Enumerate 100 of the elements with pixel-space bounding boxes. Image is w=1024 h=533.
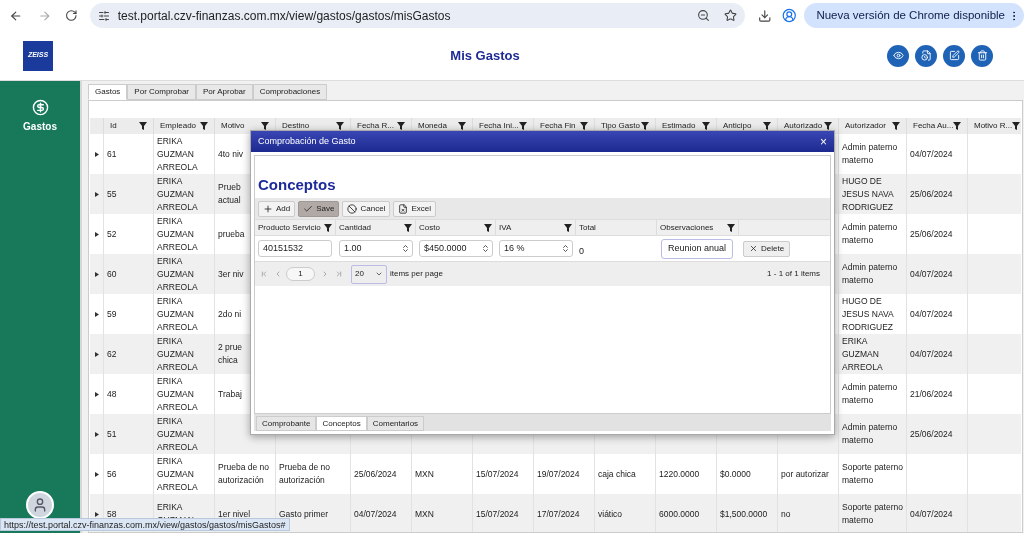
site-settings-icon[interactable] <box>97 9 110 22</box>
expand-icon[interactable] <box>94 311 99 317</box>
column-header[interactable]: Motivo <box>221 120 245 132</box>
close-button[interactable]: × <box>820 135 827 148</box>
tab[interactable]: Comprobaciones <box>252 84 328 100</box>
grid-header-cell[interactable]: Producto Servicio <box>255 220 336 235</box>
grid-header-cell[interactable]: Costo <box>416 220 496 235</box>
toolbar-button[interactable]: Cancel <box>342 200 391 217</box>
expand-icon[interactable] <box>94 191 99 197</box>
table-cell-text: HUGO DE JESUS NAVA RODRIGUEZ <box>842 294 895 334</box>
view-button[interactable] <box>887 44 909 67</box>
expand-icon[interactable] <box>94 471 99 477</box>
delete-button[interactable] <box>971 44 993 67</box>
table-cell-text: HUGO DE JESUS NAVA RODRIGUEZ <box>842 174 895 214</box>
column-header[interactable]: Total <box>579 221 596 234</box>
download-icon[interactable] <box>758 8 772 23</box>
table-cell: 4to niv <box>218 147 244 161</box>
table-cell: 59 <box>107 307 117 321</box>
table-cell: 19/07/2024 <box>537 467 580 481</box>
reload-icon[interactable] <box>65 9 78 22</box>
column-header[interactable]: Tipo Gasto <box>601 120 640 132</box>
filter-icon[interactable] <box>200 122 208 130</box>
toolbar-button[interactable]: Excel <box>393 200 436 217</box>
column-header[interactable]: Motivo R... <box>974 120 1013 132</box>
column-header[interactable]: Costo <box>419 221 440 234</box>
number-field[interactable]: 16 % <box>499 240 573 257</box>
delete-row-button[interactable]: Delete <box>743 240 791 257</box>
column-header[interactable]: Cantidad <box>339 221 372 234</box>
column-header[interactable]: Destino <box>282 120 310 132</box>
column-header[interactable]: Fecha R... <box>357 120 394 132</box>
column-header[interactable]: Estimado <box>662 120 696 132</box>
column-header[interactable]: Fecha Ini... <box>479 120 519 132</box>
table-cell: prueba <box>218 227 245 241</box>
sidebar-item[interactable]: Gastos <box>23 99 57 134</box>
expand-icon[interactable] <box>94 431 99 437</box>
filter-icon[interactable] <box>139 122 147 130</box>
zoom-icon[interactable] <box>697 9 711 22</box>
address-bar[interactable]: test.portal.czv-finanzas.com.mx/view/gastos/gastos/misGastos <box>89 3 746 28</box>
filter-icon[interactable] <box>564 223 572 232</box>
document-button[interactable] <box>915 44 937 67</box>
expand-icon[interactable] <box>94 231 99 237</box>
column-header[interactable]: Fecha Fin <box>540 120 576 132</box>
column-header[interactable]: Producto Servicio <box>258 221 321 234</box>
column-header[interactable]: IVA <box>499 221 512 234</box>
column-header[interactable]: Autorizador <box>845 120 886 132</box>
profile-icon[interactable] <box>781 8 797 23</box>
avatar[interactable] <box>26 491 54 519</box>
chrome-update-button[interactable]: Nueva versión de Chrome disponible <box>804 3 1024 28</box>
grid-header-cell[interactable]: Total <box>576 220 657 235</box>
tab[interactable]: Por Comprobar <box>127 84 197 100</box>
text-field[interactable]: 40151532 <box>258 240 332 257</box>
number-field[interactable]: 1.00 <box>339 240 413 257</box>
expand-icon[interactable] <box>94 151 99 157</box>
spinner-icon[interactable] <box>561 244 570 253</box>
filter-icon[interactable] <box>324 223 332 232</box>
column-header[interactable]: Id <box>110 120 117 132</box>
back-icon[interactable] <box>9 8 23 23</box>
filter-icon[interactable] <box>727 223 735 232</box>
text-field[interactable]: Reunion anual <box>661 238 733 259</box>
column-header[interactable]: Autorizado <box>784 120 823 132</box>
cancel-icon <box>347 203 358 214</box>
table-cell-text: Admin paterno materno <box>842 261 899 287</box>
expand-icon[interactable] <box>94 511 99 517</box>
table-cell-text: ERIKA GUZMAN ARREOLA <box>157 454 199 494</box>
number-field[interactable]: $450.0000 <box>419 240 493 257</box>
column-header[interactable]: Moneda <box>418 120 447 132</box>
toolbar-button[interactable]: Add <box>258 200 296 217</box>
tab[interactable]: Conceptos <box>316 416 367 431</box>
tab[interactable]: Comentarios <box>366 416 425 431</box>
tab[interactable]: Gastos <box>88 84 128 100</box>
page-size-select[interactable]: 20 <box>351 264 387 284</box>
filter-icon[interactable] <box>892 122 900 130</box>
person-silhouette-icon <box>32 497 48 513</box>
bookmark-star-icon[interactable] <box>724 9 738 22</box>
expand-icon[interactable] <box>94 271 99 277</box>
spinner-icon[interactable] <box>401 244 410 253</box>
filter-icon[interactable] <box>953 122 962 130</box>
table-cell-text: ERIKA GUZMAN ARREOLA <box>157 254 199 294</box>
spinner-icon[interactable] <box>481 244 490 253</box>
grid-header-cell[interactable]: Cantidad <box>336 220 416 235</box>
expand-icon[interactable] <box>94 351 99 357</box>
column-header[interactable]: Anticipo <box>723 120 752 132</box>
column-header[interactable]: Observaciones <box>660 221 714 234</box>
toolbar-button[interactable]: Save <box>298 200 340 217</box>
tab[interactable]: Comprobante <box>256 416 317 431</box>
column-header[interactable]: Empleado <box>160 120 197 132</box>
table-cell: 04/07/2024 <box>910 307 953 321</box>
edit-icon <box>948 50 960 61</box>
filter-icon[interactable] <box>484 223 492 232</box>
tab[interactable]: Por Aprobar <box>196 84 253 100</box>
edit-button[interactable] <box>943 44 965 67</box>
page-number[interactable]: 1 <box>286 267 315 281</box>
expand-icon[interactable] <box>94 391 99 397</box>
grid-header-cell[interactable]: Observaciones <box>657 220 739 235</box>
grid-header-cell[interactable]: IVA <box>496 220 576 235</box>
table-cell: Soporte paterno materno <box>842 461 903 487</box>
filter-icon[interactable] <box>404 223 412 232</box>
filter-icon[interactable] <box>1012 122 1021 130</box>
table-cell-text: Admin paterno materno <box>842 421 899 447</box>
column-header[interactable]: Fecha Au... <box>913 120 954 132</box>
